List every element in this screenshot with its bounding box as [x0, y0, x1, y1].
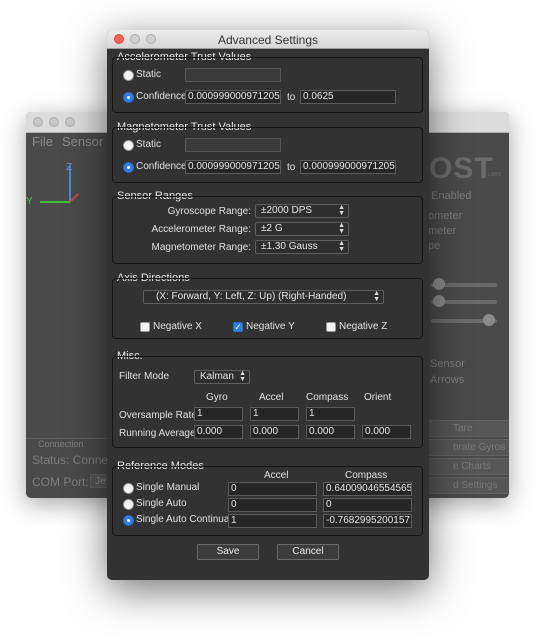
oversample-compass-field[interactable]: 1	[306, 407, 355, 421]
bg-slider-1-knob[interactable]	[433, 278, 445, 290]
charts-button[interactable]: e Charts	[426, 458, 509, 475]
ref-col-accel-header: Accel	[264, 470, 289, 481]
single-auto-compass-field[interactable]: 0	[323, 498, 412, 512]
axis-label-y: Y	[26, 196, 33, 207]
close-light-icon	[33, 117, 43, 127]
mag-static-label: Static	[136, 139, 162, 150]
menu-file[interactable]: File	[32, 134, 53, 149]
brand-logo-sub: LABS	[488, 172, 501, 178]
col-compass-header: Compass	[306, 392, 349, 403]
com-port-select[interactable]: Je	[90, 474, 108, 488]
enabled-label: Enabled	[431, 190, 472, 202]
negative-y-checkbox[interactable]: ✓	[233, 322, 243, 332]
single-auto-radio[interactable]	[123, 499, 134, 510]
accel-range-label: Accelerometer Range:	[151, 224, 252, 235]
accel-static-radio[interactable]	[123, 70, 134, 81]
settings-button[interactable]: d Settings	[426, 477, 509, 494]
accel-to-label: to	[287, 92, 296, 103]
advanced-settings-dialog: Advanced Settings Accelerometer Trust Va…	[107, 30, 429, 580]
accel-static-label: Static	[136, 69, 162, 80]
running-average-label: Running Average	[119, 428, 196, 439]
mag-confidence-label: Confidence	[136, 161, 187, 172]
sensor-option-3: pe	[428, 240, 441, 252]
mag-static-radio[interactable]	[123, 140, 134, 151]
gyro-range-label: Gyroscope Range:	[167, 206, 251, 217]
accel-confidence-label: Confidence	[136, 91, 187, 102]
single-manual-label: Single Manual	[136, 482, 200, 493]
mag-range-label: Magnetometer Range:	[151, 242, 251, 253]
filter-mode-select[interactable]: Kalman ▲ ▼	[194, 370, 250, 384]
single-auto-continual-radio[interactable]	[123, 515, 134, 526]
dialog-title-bar: Advanced Settings	[107, 30, 429, 49]
col-accel-header: Accel	[259, 392, 284, 403]
negative-z-label: Negative Z	[339, 321, 388, 332]
accel-confidence-from-field[interactable]: 0.000999000971205	[185, 90, 281, 104]
negative-y-label: Negative Y	[246, 321, 295, 332]
sensor-option-1: ometer	[428, 210, 463, 222]
updown-arrows-icon: ▲ ▼	[338, 240, 345, 253]
ref-col-compass-header: Compass	[345, 470, 388, 481]
mag-confidence-radio[interactable]	[123, 162, 134, 173]
bg-slider-3-knob[interactable]	[483, 314, 495, 326]
mag-range-select[interactable]: ±1.30 Gauss ▲ ▼	[255, 240, 349, 254]
single-auto-accel-field[interactable]: 0	[228, 498, 317, 512]
zoom-light-icon	[65, 117, 75, 127]
accel-confidence-radio[interactable]	[123, 92, 134, 103]
running-avg-gyro-field[interactable]: 0.000	[194, 425, 243, 439]
axis-direction-select[interactable]: (X: Forward, Y: Left, Z: Up) (Right-Hand…	[143, 290, 384, 304]
axis-label-z: Z	[66, 162, 73, 173]
checkmark-icon: ✓	[234, 322, 242, 332]
gyro-range-select[interactable]: ±2000 DPS ▲ ▼	[255, 204, 349, 218]
menu-sensor[interactable]: Sensor	[62, 134, 103, 149]
single-auto-label: Single Auto	[136, 498, 187, 509]
bg-slider-2-knob[interactable]	[433, 295, 445, 307]
sensor-label: Sensor	[430, 358, 465, 370]
negative-x-checkbox[interactable]	[140, 322, 150, 332]
negative-z-checkbox[interactable]	[326, 322, 336, 332]
updown-arrows-icon: ▲ ▼	[239, 370, 246, 383]
magnetometer-group	[112, 127, 423, 183]
accel-static-field[interactable]	[185, 68, 281, 82]
calibrate-gyros-button[interactable]: brate Gyros	[426, 439, 509, 456]
oversample-gyro-field[interactable]: 1	[194, 407, 243, 421]
single-manual-compass-field[interactable]: 0.64009046554565	[323, 482, 412, 496]
updown-arrows-icon: ▲ ▼	[338, 204, 345, 217]
updown-arrows-icon: ▲ ▼	[338, 222, 345, 235]
mag-confidence-to-field[interactable]: 0.000999000971205	[300, 160, 396, 174]
single-auto-continual-label: Single Auto Continual	[136, 514, 232, 525]
mag-static-field[interactable]	[185, 138, 281, 152]
single-auto-continual-accel-field[interactable]: 1	[228, 514, 317, 528]
cancel-button[interactable]: Cancel	[277, 544, 339, 560]
col-orient-header: Orient	[364, 392, 392, 403]
connection-title: Connection	[38, 439, 84, 449]
oversample-accel-field[interactable]: 1	[250, 407, 299, 421]
single-manual-accel-field[interactable]: 0	[228, 482, 317, 496]
dialog-title: Advanced Settings	[217, 33, 319, 47]
status-text: Status: Conne	[32, 453, 109, 467]
single-manual-radio[interactable]	[123, 483, 134, 494]
single-auto-continual-compass-field[interactable]: -0.76829952001571	[323, 514, 412, 528]
filter-mode-label: Filter Mode	[119, 371, 170, 382]
running-avg-compass-field[interactable]: 0.000	[306, 425, 355, 439]
updown-arrows-icon: ▲ ▼	[373, 290, 380, 303]
brand-logo: OST	[429, 152, 494, 185]
tare-button[interactable]: Tare	[426, 420, 509, 437]
accel-range-select[interactable]: ±2 G ▲ ▼	[255, 222, 349, 236]
col-gyro-header: Gyro	[206, 392, 228, 403]
com-port-label: COM Port:	[32, 475, 89, 489]
negative-x-label: Negative X	[153, 321, 202, 332]
oversample-rate-label: Oversample Rate	[119, 410, 197, 421]
running-avg-accel-field[interactable]: 0.000	[250, 425, 299, 439]
accelerometer-group	[112, 57, 423, 113]
accel-confidence-to-field[interactable]: 0.0625	[300, 90, 396, 104]
running-avg-orient-field[interactable]: 0.000	[362, 425, 411, 439]
minimize-light-icon	[49, 117, 59, 127]
save-button[interactable]: Save	[197, 544, 259, 560]
mag-to-label: to	[287, 162, 296, 173]
mag-confidence-from-field[interactable]: 0.000999000971205	[185, 160, 281, 174]
arrows-label: Arrows	[430, 374, 465, 386]
sensor-option-2: meter	[428, 225, 457, 237]
